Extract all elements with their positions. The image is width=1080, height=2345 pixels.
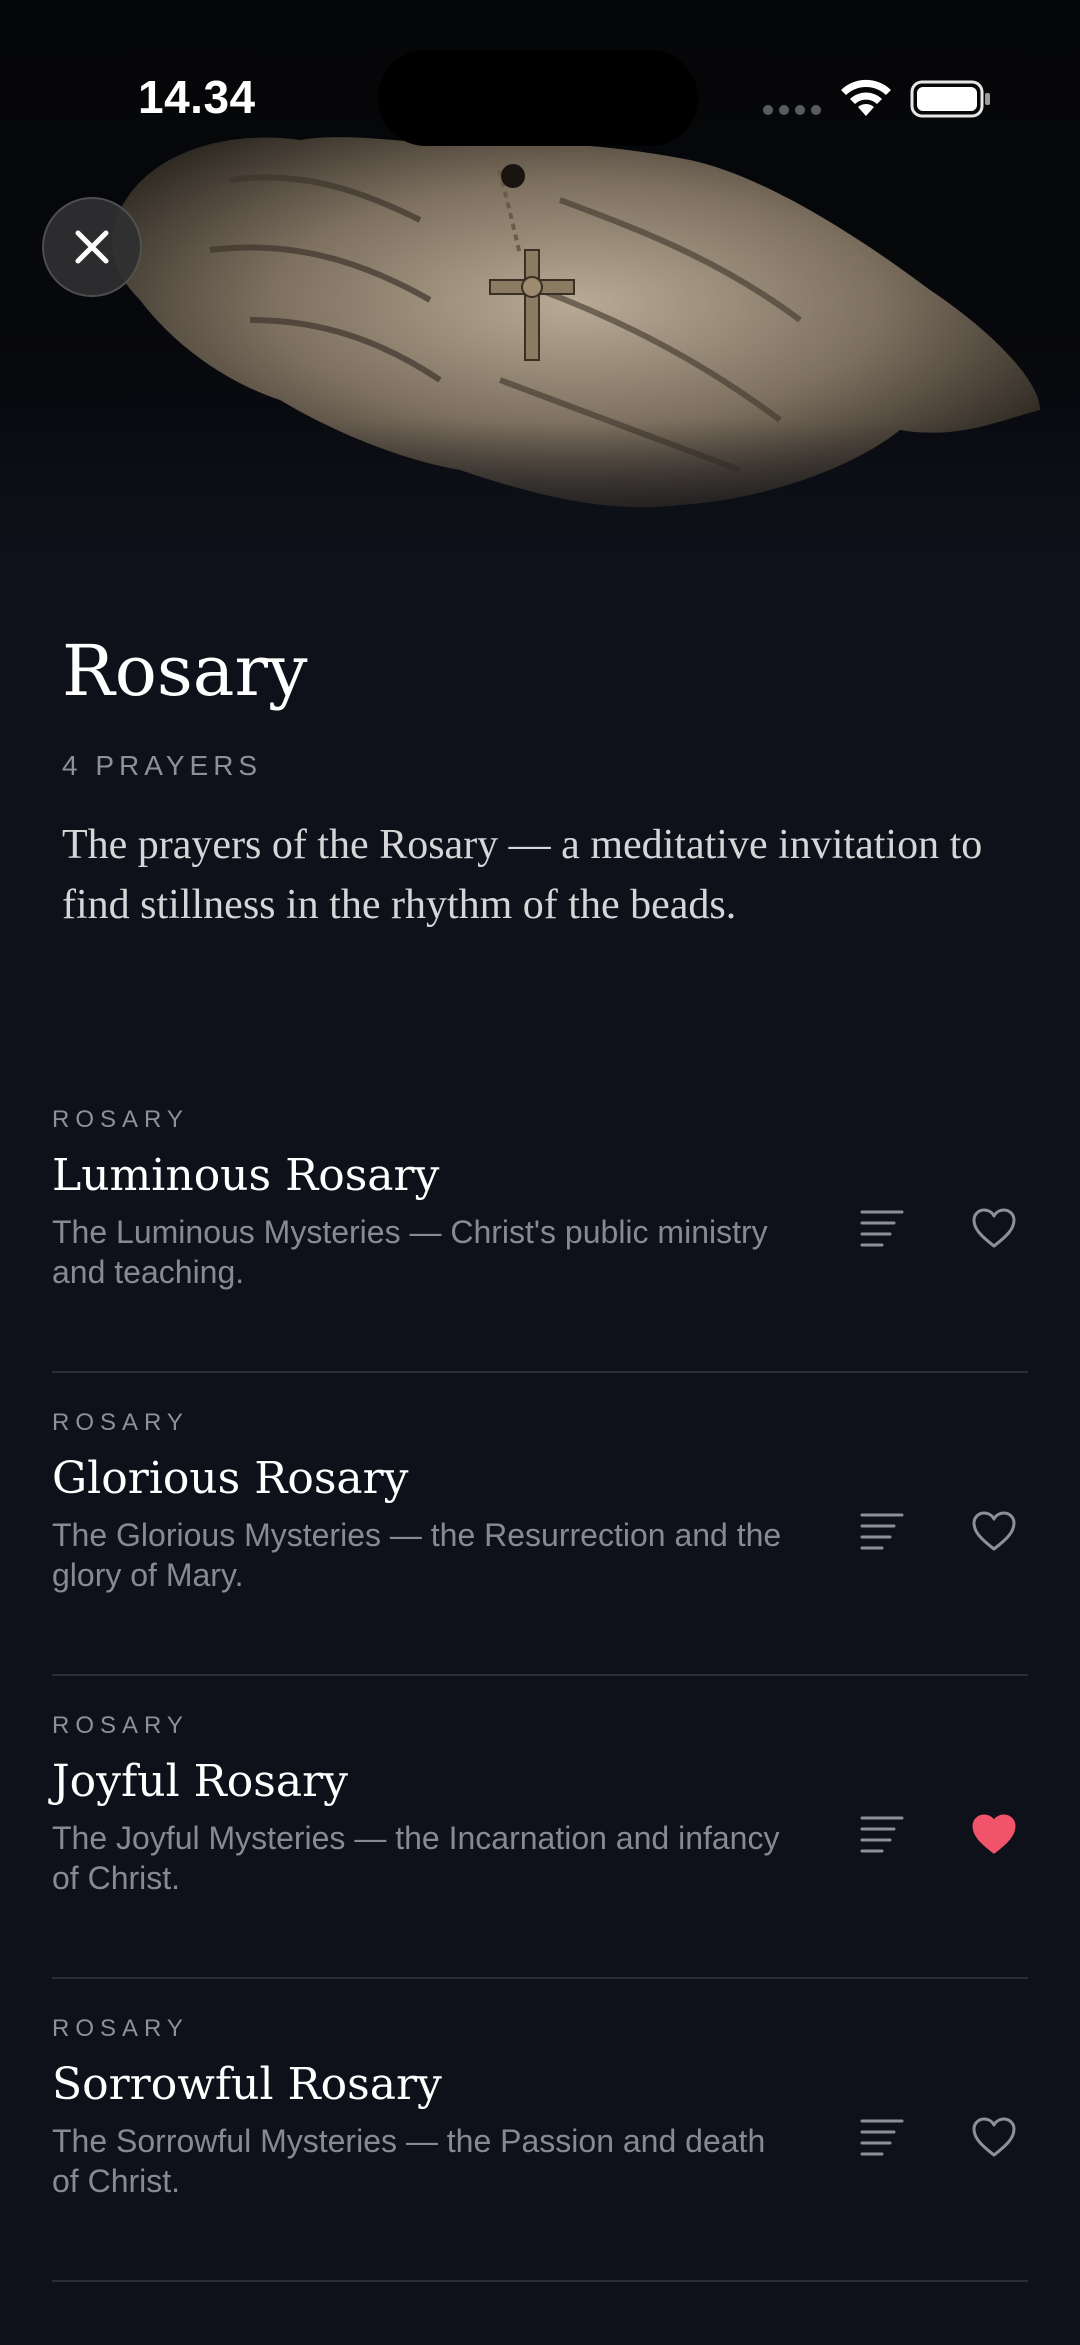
text-lines-icon [860, 1513, 904, 1550]
favorite-button[interactable] [954, 1794, 1034, 1874]
wifi-icon [841, 79, 891, 116]
prayer-description: The Luminous Mysteries — Christ's public… [52, 1214, 768, 1290]
prayer-category: ROSARY [52, 1409, 189, 1436]
prayer-description: The Joyful Mysteries — the Incarnation a… [52, 1820, 780, 1896]
prayer-title: Glorious Rosary [52, 1453, 409, 1504]
dynamic-island [378, 50, 698, 146]
heart-outline-icon [972, 1208, 1016, 1248]
prayer-category: ROSARY [52, 2015, 189, 2042]
collection-description: The prayers of the Rosary — a meditative… [62, 822, 983, 928]
prayer-category: ROSARY [52, 1106, 189, 1133]
text-view-button[interactable] [842, 1188, 922, 1268]
close-icon [75, 230, 109, 264]
prayer-description: The Sorrowful Mysteries — the Passion an… [52, 2123, 766, 2199]
text-lines-icon [860, 1816, 904, 1853]
heart-filled-icon [972, 1814, 1016, 1854]
text-lines-icon [860, 1210, 904, 1247]
close-button[interactable] [42, 197, 142, 297]
status-time: 14.34 [138, 71, 256, 123]
prayer-row-sorrowful[interactable]: ROSARY Sorrowful Rosary The Sorrowful My… [52, 1979, 1028, 2282]
text-view-button[interactable] [842, 1491, 922, 1571]
prayer-row-luminous[interactable]: ROSARY Luminous Rosary The Luminous Myst… [52, 1070, 1028, 1373]
cellular-signal-icon [763, 105, 821, 115]
prayer-title: Luminous Rosary [52, 1150, 440, 1201]
favorite-button[interactable] [954, 1188, 1034, 1268]
prayer-count-label: 4 PRAYERS [62, 750, 263, 781]
heart-outline-icon [972, 1511, 1016, 1551]
battery-icon [910, 80, 990, 118]
prayer-title: Sorrowful Rosary [52, 2059, 442, 2110]
favorite-button[interactable] [954, 2097, 1034, 2177]
prayer-list: ROSARY Luminous Rosary The Luminous Myst… [52, 1070, 1028, 2282]
text-lines-icon [860, 2119, 904, 2156]
text-view-button[interactable] [842, 1794, 922, 1874]
text-view-button[interactable] [842, 2097, 922, 2177]
prayer-category: ROSARY [52, 1712, 189, 1739]
page-title: Rosary [62, 630, 308, 712]
heart-outline-icon [972, 2117, 1016, 2157]
prayer-row-joyful[interactable]: ROSARY Joyful Rosary The Joyful Mysterie… [52, 1676, 1028, 1979]
prayer-description: The Glorious Mysteries — the Resurrectio… [52, 1517, 782, 1593]
favorite-button[interactable] [954, 1491, 1034, 1571]
status-bar: 14.34 [0, 0, 1080, 200]
prayer-title: Joyful Rosary [52, 1756, 348, 1807]
prayer-row-glorious[interactable]: ROSARY Glorious Rosary The Glorious Myst… [52, 1373, 1028, 1676]
